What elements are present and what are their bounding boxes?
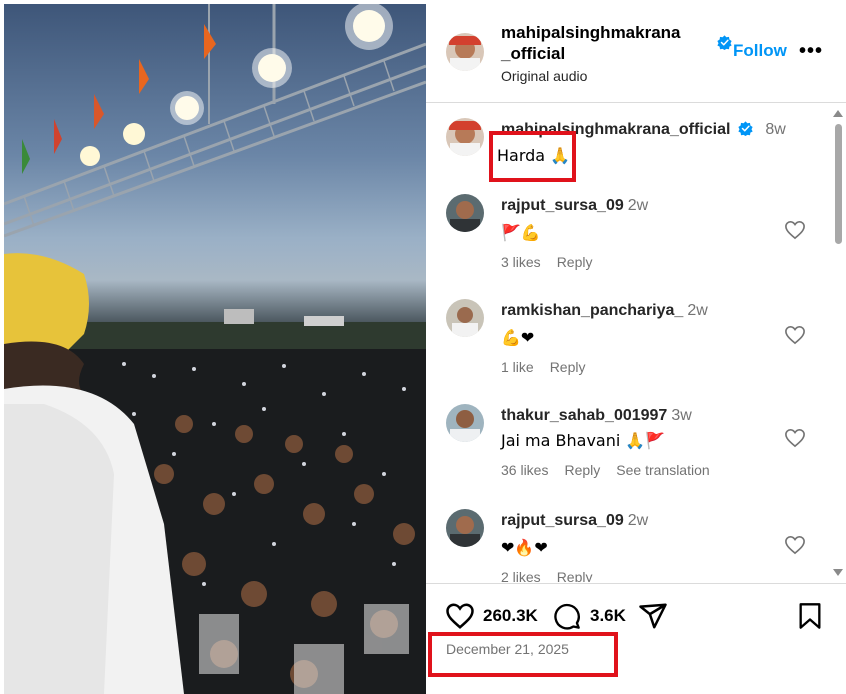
reply-button[interactable]: Reply bbox=[557, 254, 593, 270]
share-send-icon[interactable] bbox=[638, 601, 668, 631]
comment-likes-link[interactable]: 36 likes bbox=[501, 462, 548, 478]
comment-meta: 2 likes Reply bbox=[501, 569, 608, 582]
author-username[interactable]: mahipalsinghmakrana_official bbox=[501, 22, 687, 64]
comment-text: 🚩💪 bbox=[501, 223, 541, 242]
commenter-avatar[interactable] bbox=[446, 299, 484, 337]
comment-count[interactable]: 3.6K bbox=[590, 606, 626, 626]
follow-button[interactable]: Follow bbox=[733, 41, 787, 61]
commenter-username[interactable]: thakur_sahab_001997 3w bbox=[501, 407, 692, 425]
verified-badge-icon bbox=[738, 121, 753, 136]
comment-likes-link[interactable]: 2 likes bbox=[501, 569, 541, 582]
comment-likes-link[interactable]: 1 like bbox=[501, 359, 534, 375]
post-date[interactable]: December 21, 2025 bbox=[446, 641, 569, 657]
see-translation-link[interactable]: See translation bbox=[616, 462, 709, 478]
more-options-button[interactable]: ••• bbox=[799, 40, 823, 63]
commenter-avatar[interactable] bbox=[446, 194, 484, 232]
commenter-username[interactable]: ramkishan_panchariya_ 2w bbox=[501, 302, 708, 320]
comment-meta: 36 likes Reply See translation bbox=[501, 462, 726, 478]
caption-avatar[interactable] bbox=[446, 118, 484, 156]
reply-button[interactable]: Reply bbox=[564, 462, 600, 478]
verified-badge-icon bbox=[717, 35, 732, 50]
commenter-avatar[interactable] bbox=[446, 404, 484, 442]
rally-scene-image bbox=[4, 4, 426, 694]
comment-text: 💪❤ bbox=[501, 328, 535, 347]
comments-scrollbar[interactable] bbox=[830, 104, 846, 582]
author-avatar[interactable] bbox=[446, 33, 484, 71]
caption-username[interactable]: mahipalsinghmakrana_official 8w bbox=[501, 121, 786, 139]
comment-meta: 3 likes Reply bbox=[501, 254, 608, 270]
commenter-username[interactable]: rajput_sursa_09 2w bbox=[501, 197, 648, 215]
reply-button[interactable]: Reply bbox=[550, 359, 586, 375]
post-side-panel: mahipalsinghmakrana_official Follow ••• … bbox=[426, 0, 846, 694]
like-heart-icon[interactable] bbox=[445, 602, 475, 630]
like-count[interactable]: 260.3K bbox=[483, 606, 538, 626]
comment-text: Jai ma Bhavani 🙏🚩 bbox=[501, 431, 666, 450]
comment-heart-icon[interactable] bbox=[784, 428, 806, 448]
comments-list: mahipalsinghmakrana_official 8w Harda 🙏 … bbox=[426, 104, 830, 582]
save-bookmark-icon[interactable] bbox=[798, 602, 822, 630]
caption-time[interactable]: 8w bbox=[765, 121, 785, 138]
scroll-down-arrow-icon[interactable] bbox=[833, 569, 843, 576]
post-actions-bar: 260.3K 3.6K December 21, 2025 bbox=[426, 583, 846, 694]
caption-text: Harda 🙏 bbox=[497, 146, 571, 165]
post-header: mahipalsinghmakrana_official Follow ••• … bbox=[426, 0, 846, 103]
comment-likes-link[interactable]: 3 likes bbox=[501, 254, 541, 270]
commenter-username[interactable]: rajput_sursa_09 2w bbox=[501, 512, 648, 530]
audio-label[interactable]: Original audio bbox=[501, 68, 587, 84]
comment-bubble-icon[interactable] bbox=[553, 602, 581, 630]
comment-heart-icon[interactable] bbox=[784, 325, 806, 345]
comment-heart-icon[interactable] bbox=[784, 535, 806, 555]
commenter-avatar[interactable] bbox=[446, 509, 484, 547]
comment-meta: 1 like Reply bbox=[501, 359, 601, 375]
scroll-up-arrow-icon[interactable] bbox=[833, 110, 843, 117]
scrollbar-thumb[interactable] bbox=[835, 124, 842, 244]
comment-heart-icon[interactable] bbox=[784, 220, 806, 240]
post-video[interactable] bbox=[4, 4, 426, 694]
reply-button[interactable]: Reply bbox=[557, 569, 593, 582]
comment-text: ❤🔥❤ bbox=[501, 538, 548, 557]
